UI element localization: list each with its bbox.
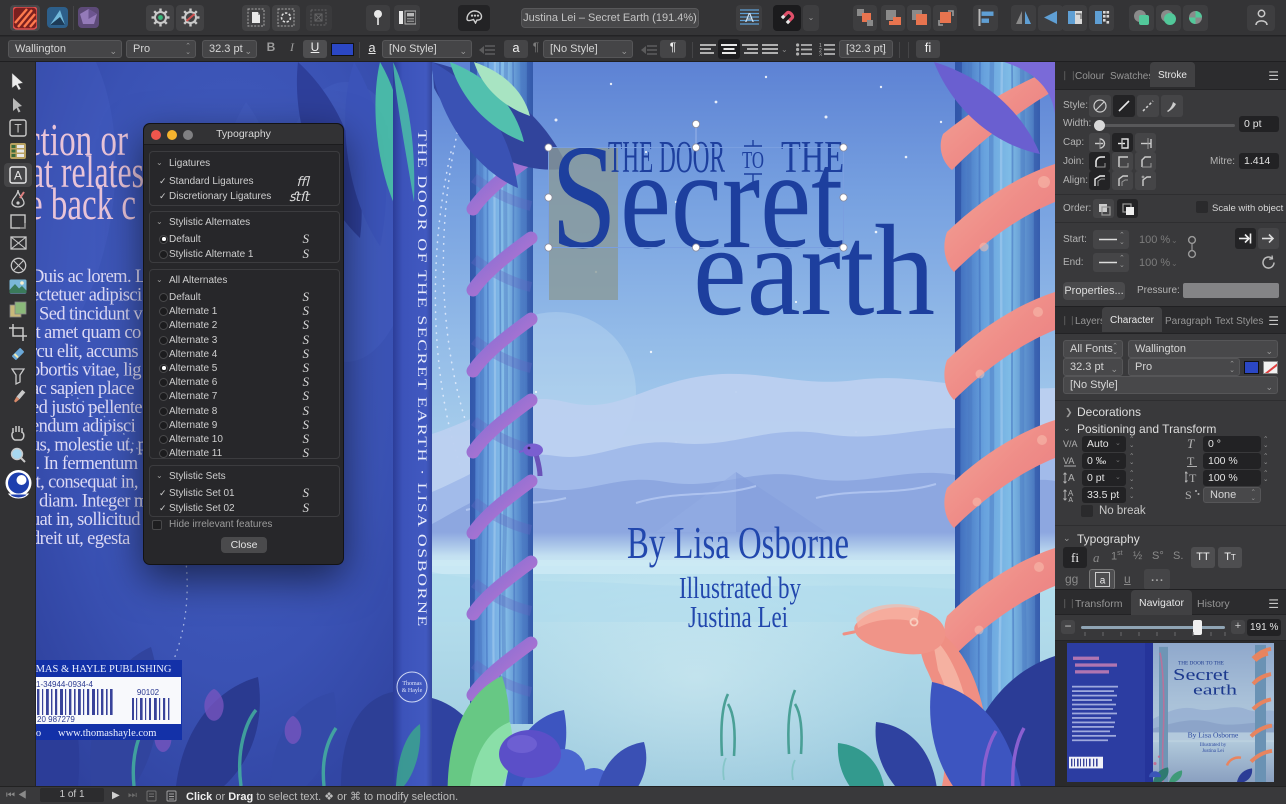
svg-text:By Lisa Osborne: By Lisa Osborne [1188, 730, 1239, 739]
svg-text:i. In fermentum: i. In fermentum [36, 454, 139, 474]
svg-text:& Hayle: & Hayle [402, 688, 423, 694]
svg-text:endum adipisci: endum adipisci [36, 417, 136, 437]
svg-text:ed justo pellente: ed justo pellente [36, 398, 142, 418]
svg-text:3: 3 [819, 53, 822, 57]
svg-text:OMAS & HAYLE PUBLISHING: OMAS & HAYLE PUBLISHING [36, 664, 172, 675]
svg-text:A: A [14, 169, 22, 183]
svg-text:T: T [1187, 436, 1195, 450]
svg-text:Justina Lei: Justina Lei [688, 599, 788, 634]
svg-text:e back c: e back c [36, 178, 136, 229]
svg-text:rcu elit, accums: rcu elit, accums [36, 342, 138, 362]
svg-text:.oo: .oo [36, 728, 41, 739]
svg-text:VA: VA [1063, 456, 1074, 466]
svg-text:20 987279: 20 987279 [37, 715, 75, 724]
svg-text:V/A: V/A [1063, 439, 1078, 449]
svg-text:it, consequat in,: it, consequat in, [36, 473, 138, 493]
svg-text:Justina Lei: Justina Lei [1202, 749, 1224, 754]
svg-text:ectetuer adipisci: ectetuer adipisci [36, 286, 142, 306]
svg-text:Illustrated by: Illustrated by [1200, 743, 1227, 748]
svg-text:Secret: Secret [1173, 665, 1229, 684]
svg-text:. diam. Integer m: . diam. Integer m [36, 491, 149, 511]
svg-text:Duis ac lorem. Lo: Duis ac lorem. Lo [36, 267, 155, 287]
svg-text:S: S [1185, 488, 1192, 501]
svg-text:T: T [1187, 454, 1195, 467]
svg-text:a: a [1100, 576, 1106, 587]
svg-text:T: T [14, 122, 22, 136]
svg-text:dreit ut, egesta: dreit ut, egesta [36, 529, 130, 549]
svg-text:earth: earth [1193, 683, 1238, 699]
svg-text:A: A [1068, 473, 1075, 484]
svg-text:THE DOOR OF THE SECRET EARTH ·: THE DOOR OF THE SECRET EARTH · LISA OSBO… [415, 130, 429, 628]
svg-text:ac sapien place: ac sapien place [36, 379, 134, 399]
svg-text:Thomas: Thomas [402, 681, 422, 687]
svg-text:A: A [745, 10, 754, 25]
svg-text:90102: 90102 [137, 688, 160, 697]
svg-text:By Lisa Osborne: By Lisa Osborne [627, 518, 849, 568]
svg-text:. Sed tincidunt v: . Sed tincidunt v [36, 304, 143, 324]
svg-text:1-34944-0934-4: 1-34944-0934-4 [36, 680, 93, 689]
svg-text:it amet quam co: it amet quam co [36, 323, 141, 343]
svg-text:obortis vitae, lig: obortis vitae, lig [36, 361, 141, 381]
svg-text:us, molestie ut, p: us, molestie ut, p [36, 435, 146, 455]
svg-text:www.thomashayle.com: www.thomashayle.com [58, 728, 156, 739]
svg-text:T: T [1189, 471, 1197, 484]
svg-text:S: S [551, 114, 617, 280]
svg-text:earth: earth [693, 199, 935, 343]
svg-text:A: A [1068, 496, 1074, 502]
svg-text:uat in, sollicitud: uat in, sollicitud [36, 510, 141, 530]
